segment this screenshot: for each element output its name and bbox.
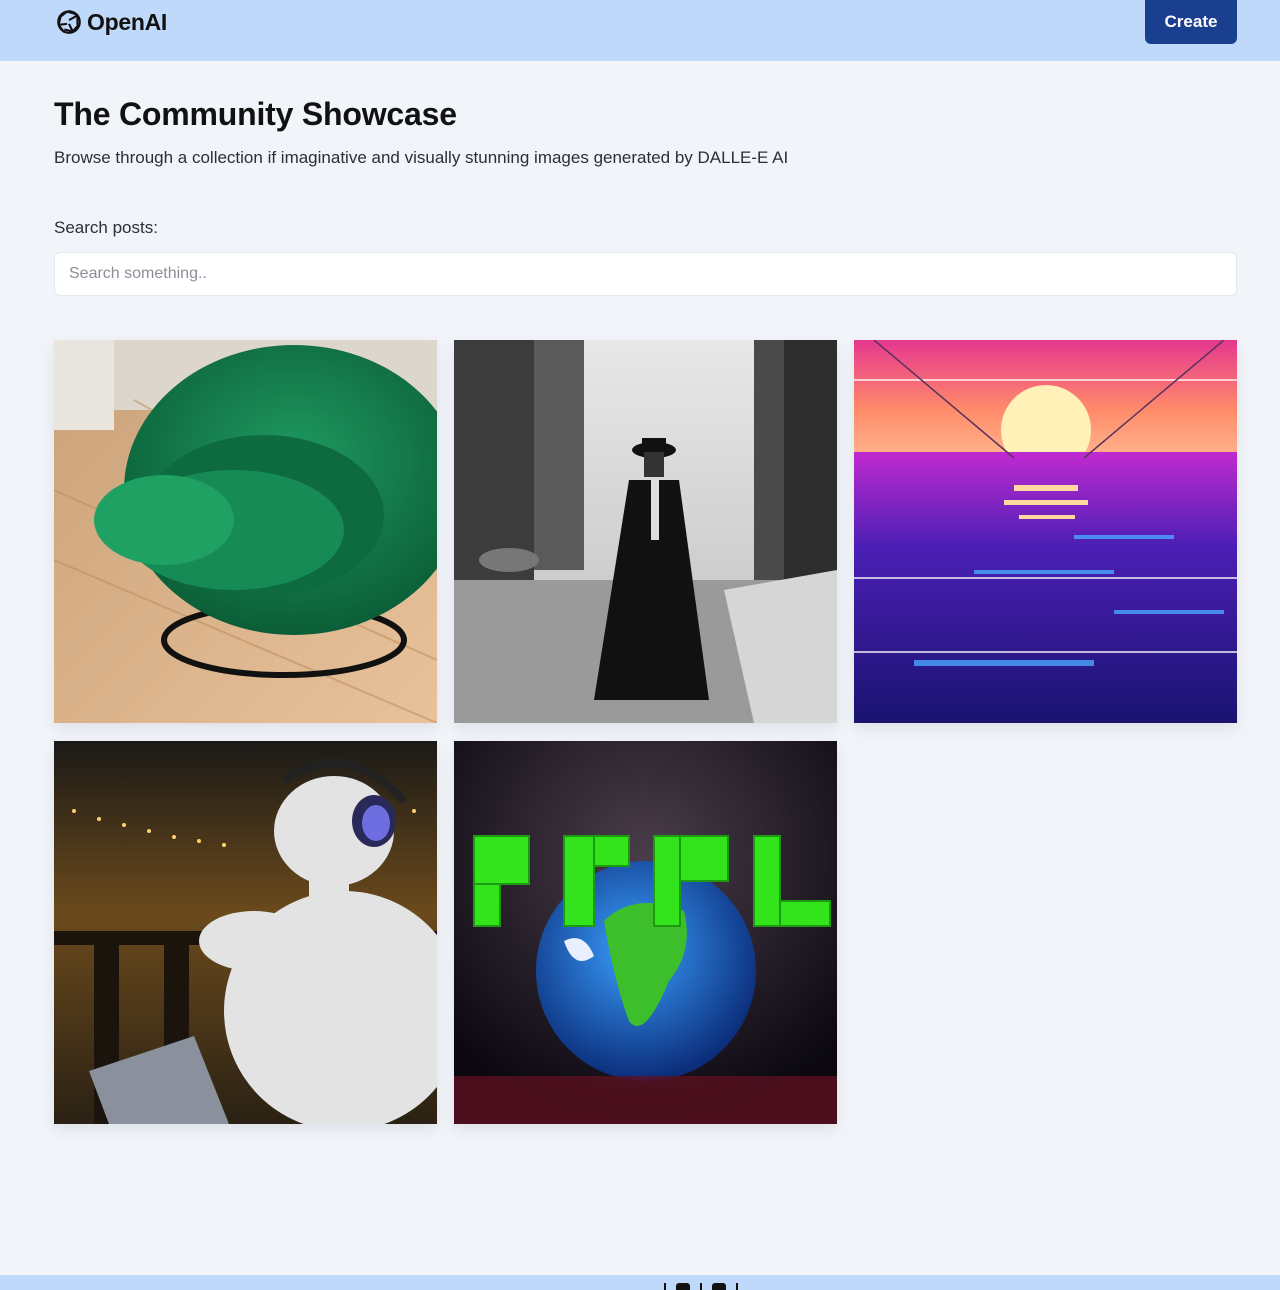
post-card[interactable] <box>54 340 437 723</box>
footer <box>0 1275 1280 1290</box>
man-walking-city-street-image <box>454 340 837 723</box>
openai-knot-icon <box>57 9 81 34</box>
green-velvet-egg-chair-image <box>54 340 437 723</box>
synthwave-sunset-image <box>854 340 1237 723</box>
statue-headphones-laptop-image <box>54 741 437 1124</box>
page-subtitle: Browse through a collection if imaginati… <box>54 148 789 167</box>
linkedin-icon[interactable] <box>712 1283 726 1290</box>
earth-green-text-image <box>454 741 837 1124</box>
post-card[interactable] <box>54 741 437 1124</box>
divider <box>736 1283 738 1290</box>
brand-logo[interactable]: OpenAI <box>54 6 167 38</box>
page-title: The Community Showcase <box>54 96 457 132</box>
post-card[interactable] <box>454 741 837 1124</box>
footer-icons <box>664 1283 738 1290</box>
post-card[interactable] <box>854 340 1237 723</box>
top-navbar: OpenAI Create <box>0 0 1280 61</box>
brand-name: OpenAI <box>87 8 167 35</box>
github-icon[interactable] <box>676 1283 690 1290</box>
divider <box>664 1283 666 1290</box>
post-card[interactable] <box>454 340 837 723</box>
divider <box>700 1283 702 1290</box>
search-label: Search posts: <box>54 218 158 237</box>
search-input[interactable] <box>54 252 1237 296</box>
create-button[interactable]: Create <box>1145 0 1237 44</box>
